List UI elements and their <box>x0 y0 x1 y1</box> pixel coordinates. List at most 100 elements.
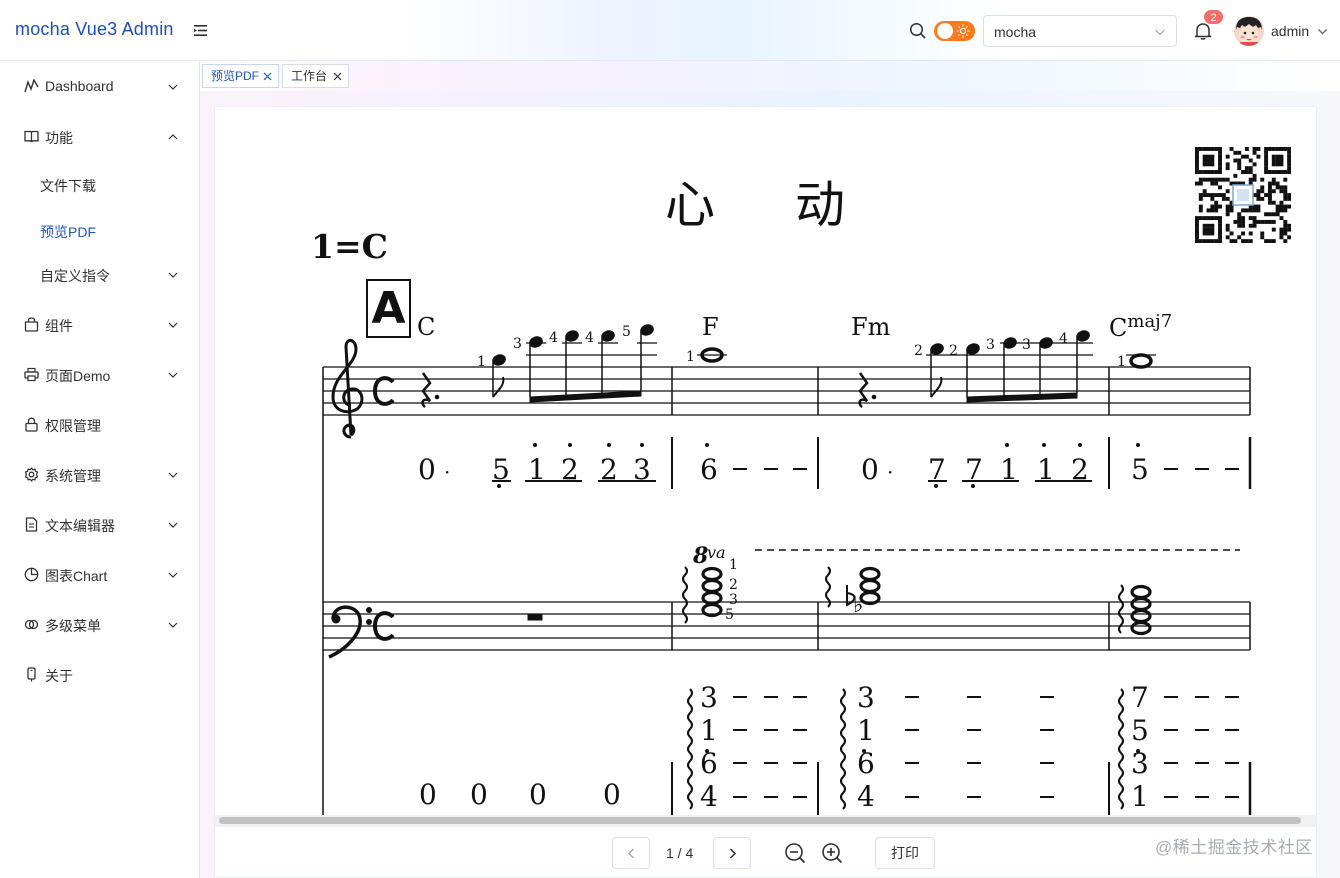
svg-text:2: 2 <box>914 343 923 359</box>
sidebar-subitem-preview-pdf[interactable]: 预览PDF <box>0 207 199 253</box>
scrollbar-thumb[interactable] <box>219 817 1301 824</box>
svg-text:4: 4 <box>857 780 875 813</box>
sidebar-item-label: 关于 <box>45 668 73 684</box>
sidebar-item-label: 文件下载 <box>40 178 96 194</box>
svg-text:8: 8 <box>692 543 708 569</box>
pdf-page[interactable]: 心动 1=C A C F Fm Cmaj7 0 · 5 1 2 2 3 6 0 … <box>215 107 1316 815</box>
svg-text:2: 2 <box>600 453 618 486</box>
svg-text:3: 3 <box>1022 337 1031 353</box>
prev-page-button[interactable] <box>612 837 650 869</box>
book-icon <box>24 130 39 143</box>
svg-text:2: 2 <box>729 577 738 593</box>
svg-text:1: 1 <box>1131 780 1149 813</box>
close-icon[interactable] <box>263 72 272 81</box>
gear-icon <box>24 467 39 482</box>
sidebar-item-about[interactable]: 关于 <box>0 649 199 699</box>
next-page-button[interactable] <box>713 837 751 869</box>
sidebar-item-label: 多级菜单 <box>45 618 101 634</box>
sidebar-item-label: Dashboard <box>45 78 114 94</box>
svg-text:3: 3 <box>729 592 738 608</box>
svg-text:5: 5 <box>1131 714 1149 747</box>
svg-text:3: 3 <box>1131 747 1149 780</box>
sidebar-item-charts[interactable]: 图表Chart <box>0 549 199 599</box>
music-score: 0 · 512 23 6 0 · 771 12 5 0000 3164 3164 7… <box>322 324 1252 815</box>
tenant-select[interactable]: mocha <box>983 15 1177 47</box>
tags-view: 预览PDF 工作台 <box>200 61 1340 91</box>
notification-badge: 2 <box>1203 9 1224 25</box>
sidebar-item-components[interactable]: 组件 <box>0 299 199 349</box>
vertical-scrollbar[interactable] <box>1315 107 1316 817</box>
svg-text:4: 4 <box>1059 331 1068 347</box>
sidebar-item-system[interactable]: 系统管理 <box>0 449 199 499</box>
sidebar-item-page-demo[interactable]: 页面Demo <box>0 349 199 399</box>
chevron-down-icon[interactable] <box>1317 26 1328 37</box>
user-avatar[interactable] <box>1234 16 1264 46</box>
sidebar-item-label: 组件 <box>45 318 73 334</box>
sidebar-subitem-file-download[interactable]: 文件下载 <box>0 161 199 207</box>
tag-workbench[interactable]: 工作台 <box>282 64 349 88</box>
sidebar-item-label: 文本编辑器 <box>45 518 115 534</box>
printer-icon <box>24 367 39 382</box>
svg-text:2: 2 <box>949 343 958 359</box>
sidebar-item-multilevel-menu[interactable]: 多级菜单 <box>0 599 199 649</box>
chevron-up-icon <box>168 134 178 140</box>
sidebar-item-text-editor[interactable]: 文本编辑器 <box>0 499 199 549</box>
lock-icon <box>25 417 38 432</box>
svg-text:2: 2 <box>561 453 579 486</box>
svg-text:5: 5 <box>1131 453 1149 486</box>
tag-label: 工作台 <box>291 69 328 83</box>
top-header: mocha Vue3 Admin mocha 2 admin <box>0 0 1340 61</box>
svg-text:5: 5 <box>492 453 510 486</box>
svg-text:6: 6 <box>700 453 718 486</box>
sidebar-item-label: 预览PDF <box>40 224 96 240</box>
page-indicator: 1 / 4 <box>666 845 694 861</box>
pdf-controls: 1 / 4 打印 <box>215 827 1316 877</box>
svg-text:1: 1 <box>729 557 738 573</box>
zoom-in-icon[interactable] <box>821 842 843 864</box>
document-icon <box>25 517 38 532</box>
svg-text:5: 5 <box>622 324 631 340</box>
sidebar-item-features[interactable]: 功能 <box>0 111 199 161</box>
svg-text:3: 3 <box>857 681 875 714</box>
link-icon <box>24 619 39 630</box>
svg-text:7: 7 <box>928 453 946 486</box>
svg-text:♭: ♭ <box>853 593 863 618</box>
theme-toggle[interactable] <box>934 21 975 41</box>
menu-fold-icon[interactable] <box>194 24 207 37</box>
svg-text:0: 0 <box>529 778 547 811</box>
search-icon[interactable] <box>909 22 927 40</box>
sidebar-item-permissions[interactable]: 权限管理 <box>0 399 199 449</box>
chevron-right-icon <box>729 848 737 859</box>
trend-icon <box>24 79 39 93</box>
tenant-select-value: mocha <box>994 24 1037 40</box>
print-button[interactable]: 打印 <box>875 837 935 869</box>
svg-text:1: 1 <box>857 714 875 747</box>
sidebar-item-label: 功能 <box>45 130 73 146</box>
zoom-out-icon[interactable] <box>784 842 806 864</box>
sidebar: Dashboard 功能 文件下载 预览PDF 自定义指令 组件 页面Demo <box>0 61 200 878</box>
svg-text:0: 0 <box>861 453 879 486</box>
chevron-down-icon <box>168 272 178 278</box>
svg-text:4: 4 <box>585 330 594 346</box>
user-name[interactable]: admin <box>1271 23 1309 39</box>
svg-text:3: 3 <box>633 453 651 486</box>
tag-preview-pdf[interactable]: 预览PDF <box>202 64 279 88</box>
chevron-down-icon <box>168 372 178 378</box>
sidebar-item-label: 系统管理 <box>45 468 101 484</box>
chevron-down-icon <box>168 472 178 478</box>
sidebar-subitem-custom-directive[interactable]: 自定义指令 <box>0 251 199 297</box>
close-icon[interactable] <box>333 72 342 81</box>
svg-text:1: 1 <box>1037 453 1055 486</box>
site-watermark: @稀土掘金技术社区 <box>1155 838 1313 857</box>
svg-text:3: 3 <box>513 336 522 352</box>
svg-text:0: 0 <box>418 453 436 486</box>
svg-text:1: 1 <box>686 349 695 365</box>
horizontal-scrollbar[interactable] <box>215 815 1316 827</box>
svg-text:·: · <box>444 460 450 484</box>
bag-icon <box>24 317 39 332</box>
pie-chart-icon <box>24 567 39 582</box>
chevron-down-icon <box>168 522 178 528</box>
sidebar-item-dashboard[interactable]: Dashboard <box>0 61 199 111</box>
app-logo[interactable]: mocha Vue3 Admin <box>15 19 174 40</box>
svg-text:1: 1 <box>477 354 486 370</box>
